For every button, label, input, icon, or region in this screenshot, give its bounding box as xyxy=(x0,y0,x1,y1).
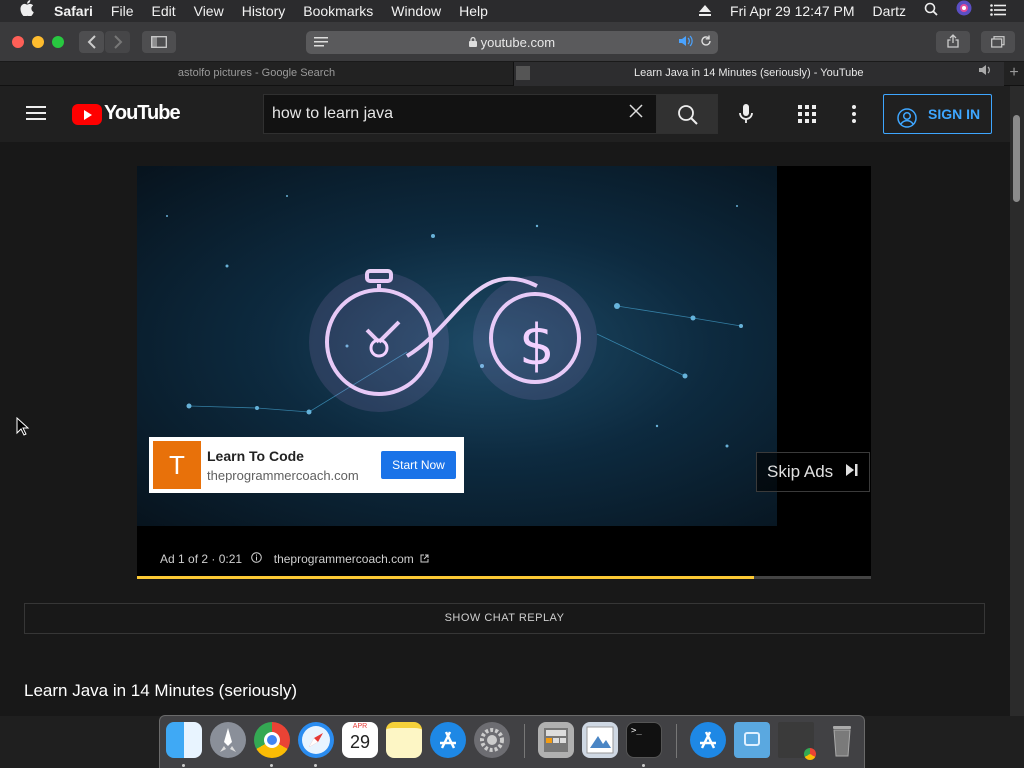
search-button[interactable] xyxy=(656,94,718,134)
forward-button[interactable] xyxy=(105,31,130,53)
ad-video-frame[interactable]: $ T Learn To Code theprogrammercoach.com… xyxy=(137,166,777,526)
url-text: youtube.com xyxy=(480,35,556,50)
zoom-window-button[interactable] xyxy=(52,36,64,48)
youtube-page: YouTube how to learn java SIGN IN $ T Le… xyxy=(0,86,1010,716)
dock-divider xyxy=(676,724,677,758)
menu-help[interactable]: Help xyxy=(459,0,488,22)
new-tab-button[interactable]: + xyxy=(1004,62,1024,86)
apple-menu-icon[interactable] xyxy=(20,0,34,23)
ad-cta-button[interactable]: Start Now xyxy=(381,451,456,479)
sign-in-label: SIGN IN xyxy=(928,106,981,122)
ad-progress-bar[interactable] xyxy=(137,576,871,579)
menu-edit[interactable]: Edit xyxy=(151,0,175,22)
page-scrollbar[interactable] xyxy=(1010,86,1024,716)
app-menu[interactable]: Safari xyxy=(54,0,93,22)
clear-search-icon[interactable] xyxy=(628,103,644,123)
app-store-icon[interactable] xyxy=(430,722,466,758)
ad-domain[interactable]: theprogrammercoach.com xyxy=(207,468,359,483)
more-options-icon[interactable] xyxy=(852,105,856,128)
tab-favicon-icon xyxy=(516,66,530,80)
eject-icon[interactable] xyxy=(698,0,712,22)
running-indicator xyxy=(314,764,317,767)
lock-icon xyxy=(468,35,481,50)
close-window-button[interactable] xyxy=(12,36,24,48)
terminal-icon[interactable]: >_ xyxy=(626,722,662,758)
share-button[interactable] xyxy=(936,31,970,53)
dock-divider xyxy=(524,724,525,758)
menu-bookmarks[interactable]: Bookmarks xyxy=(303,0,373,22)
address-bar[interactable]: youtube.com xyxy=(306,31,718,54)
menu-bar: Safari File Edit View History Bookmarks … xyxy=(0,0,1024,22)
system-preferences-icon[interactable] xyxy=(474,722,510,758)
video-title: Learn Java in 14 Minutes (seriously) xyxy=(24,681,298,700)
sign-in-button[interactable]: SIGN IN xyxy=(883,94,992,134)
back-button[interactable] xyxy=(79,31,104,53)
ad-logo: T xyxy=(153,441,201,489)
external-link-icon[interactable] xyxy=(420,552,429,566)
notes-icon[interactable] xyxy=(386,722,422,758)
skip-next-icon xyxy=(845,453,859,491)
mouse-cursor-icon xyxy=(16,416,30,437)
running-indicator xyxy=(182,764,185,767)
downloads-stack-icon[interactable] xyxy=(690,722,726,758)
notification-center-icon[interactable] xyxy=(990,0,1006,22)
youtube-logo-icon[interactable] xyxy=(72,104,102,125)
ad-title[interactable]: Learn To Code xyxy=(207,448,304,464)
running-indicator xyxy=(642,764,645,767)
ad-link[interactable]: theprogrammercoach.com xyxy=(274,552,414,566)
info-icon[interactable] xyxy=(251,552,265,566)
reader-icon[interactable] xyxy=(314,32,328,55)
search-input[interactable]: how to learn java xyxy=(263,94,656,134)
video-player[interactable]: $ T Learn To Code theprogrammercoach.com… xyxy=(137,166,871,579)
menubar-user[interactable]: Dartz xyxy=(873,0,906,22)
sidebar-toggle-button[interactable] xyxy=(142,31,176,53)
tab-title: Learn Java in 14 Minutes (seriously) - Y… xyxy=(634,67,864,79)
chrome-window-thumbnail-icon[interactable] xyxy=(778,722,816,760)
browser-toolbar: youtube.com xyxy=(0,22,1024,62)
preview-icon[interactable] xyxy=(582,722,618,758)
scrollbar-thumb[interactable] xyxy=(1013,115,1020,202)
trash-icon[interactable] xyxy=(824,722,860,758)
siri-icon[interactable] xyxy=(956,0,972,22)
finder-icon[interactable] xyxy=(166,722,202,758)
apps-grid-icon[interactable] xyxy=(798,105,816,128)
tab-title: astolfo pictures - Google Search xyxy=(177,67,336,79)
ad-overlay-card[interactable]: T Learn To Code theprogrammercoach.com S… xyxy=(149,437,464,493)
calculator-icon[interactable] xyxy=(538,722,574,758)
menu-view[interactable]: View xyxy=(194,0,224,22)
ad-counter: Ad 1 of 2 · 0:21 xyxy=(160,552,243,566)
running-indicator xyxy=(270,764,273,767)
calendar-day: 29 xyxy=(349,732,371,752)
ad-progress-fill xyxy=(137,576,754,579)
dock: APR 29 >_ xyxy=(159,715,865,768)
voice-search-icon[interactable] xyxy=(738,103,754,130)
youtube-header: YouTube how to learn java SIGN IN xyxy=(0,86,1010,142)
tab-audio-icon[interactable] xyxy=(978,62,994,84)
show-chat-replay-button[interactable]: SHOW CHAT REPLAY xyxy=(24,603,985,634)
safari-icon[interactable] xyxy=(298,722,334,758)
minimize-window-button[interactable] xyxy=(32,36,44,48)
ad-info-bar: Ad 1 of 2 · 0:21 theprogrammercoach.com xyxy=(160,552,429,566)
menu-window[interactable]: Window xyxy=(391,0,441,22)
tab-youtube[interactable]: Learn Java in 14 Minutes (seriously) - Y… xyxy=(514,62,1004,86)
tab-bar: astolfo pictures - Google Search Learn J… xyxy=(0,62,1024,86)
documents-folder-icon[interactable] xyxy=(734,722,770,758)
menu-history[interactable]: History xyxy=(242,0,286,22)
calendar-month: APR xyxy=(352,723,368,730)
launchpad-icon[interactable] xyxy=(210,722,246,758)
menu-file[interactable]: File xyxy=(111,0,134,22)
menubar-clock[interactable]: Fri Apr 29 12:47 PM xyxy=(730,0,855,22)
reload-icon[interactable] xyxy=(700,31,712,54)
tab-overview-button[interactable] xyxy=(981,31,1015,53)
chrome-icon[interactable] xyxy=(254,722,290,758)
youtube-logo-text[interactable]: YouTube xyxy=(104,102,181,125)
skip-ads-label: Skip Ads xyxy=(767,462,834,481)
skip-ads-button[interactable]: Skip Ads xyxy=(756,452,870,492)
spotlight-icon[interactable] xyxy=(924,0,938,22)
audio-playing-icon[interactable] xyxy=(678,31,694,54)
account-icon xyxy=(897,104,917,142)
calendar-icon[interactable]: APR 29 xyxy=(342,722,378,758)
hamburger-menu-icon[interactable] xyxy=(26,106,46,120)
tab-google-search[interactable]: astolfo pictures - Google Search xyxy=(0,62,514,86)
